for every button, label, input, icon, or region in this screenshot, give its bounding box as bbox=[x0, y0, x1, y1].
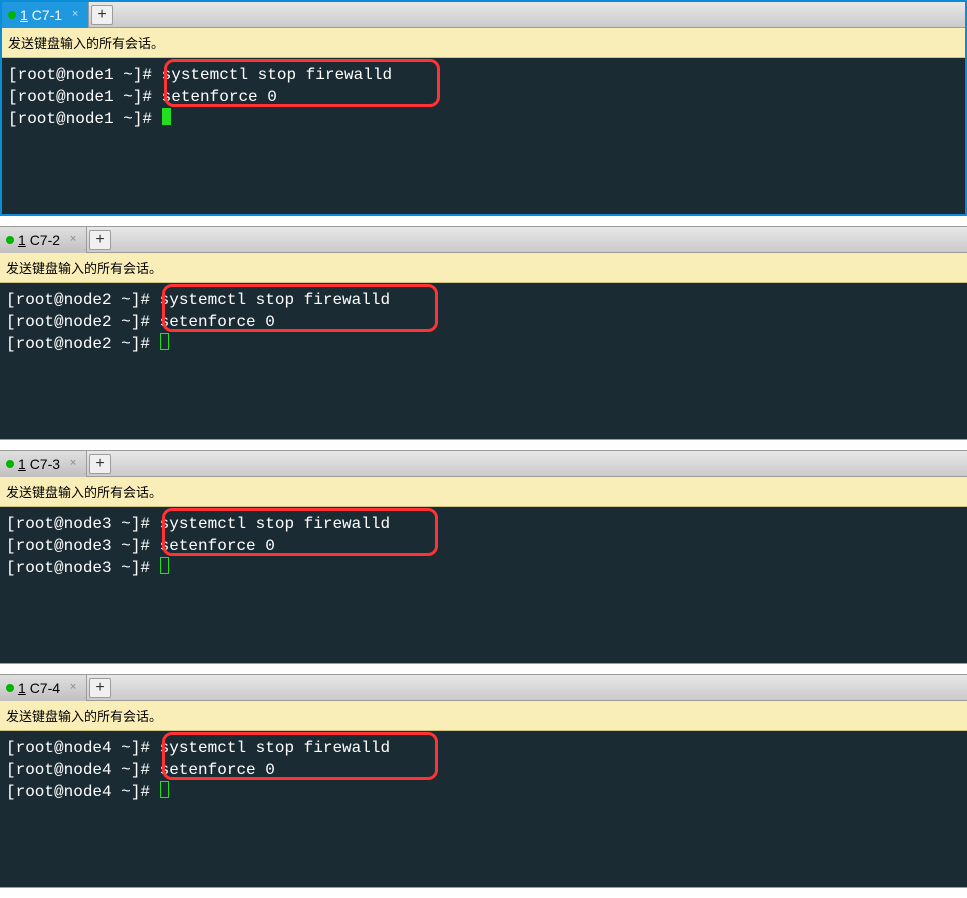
shell-prompt: [root@node3 ~]# bbox=[6, 537, 160, 555]
broadcast-banner: 发送键盘输入的所有会话。 bbox=[0, 253, 967, 283]
shell-prompt: [root@node1 ~]# bbox=[8, 88, 162, 106]
tab-c7-3[interactable]: 1 C7-3 × bbox=[0, 451, 87, 477]
shell-prompt: [root@node1 ~]# bbox=[8, 66, 162, 84]
new-tab-button[interactable]: + bbox=[89, 230, 111, 250]
shell-command: systemctl stop firewalld bbox=[160, 291, 390, 309]
shell-command: systemctl stop firewalld bbox=[160, 515, 390, 533]
shell-prompt: [root@node4 ~]# bbox=[6, 761, 160, 779]
tab-number: 1 bbox=[18, 232, 26, 248]
shell-prompt: [root@node2 ~]# bbox=[6, 313, 160, 331]
shell-command: setenforce 0 bbox=[160, 537, 275, 555]
close-icon[interactable]: × bbox=[68, 8, 82, 22]
cursor-icon bbox=[160, 781, 169, 798]
cursor-icon bbox=[160, 557, 169, 574]
tab-number: 1 bbox=[18, 680, 26, 696]
shell-command: setenforce 0 bbox=[162, 88, 277, 106]
terminal-output[interactable]: [root@node2 ~]# systemctl stop firewalld… bbox=[0, 283, 967, 439]
tab-c7-2[interactable]: 1 C7-2 × bbox=[0, 227, 87, 253]
terminal-pane-2: 1 C7-2 × + 发送键盘输入的所有会话。 [root@node2 ~]# … bbox=[0, 226, 967, 440]
cursor-icon bbox=[160, 333, 169, 350]
terminal-pane-3: 1 C7-3 × + 发送键盘输入的所有会话。 [root@node3 ~]# … bbox=[0, 450, 967, 664]
tab-label: C7-3 bbox=[30, 456, 60, 472]
tab-number: 1 bbox=[18, 456, 26, 472]
shell-prompt: [root@node4 ~]# bbox=[6, 783, 160, 801]
cursor-icon bbox=[162, 108, 171, 125]
status-dot-icon bbox=[6, 684, 14, 692]
tab-number: 1 bbox=[20, 7, 28, 23]
shell-command: systemctl stop firewalld bbox=[160, 739, 390, 757]
shell-command: systemctl stop firewalld bbox=[162, 66, 392, 84]
close-icon[interactable]: × bbox=[66, 457, 80, 471]
tab-bar: 1 C7-4 × + bbox=[0, 675, 967, 701]
terminal-pane-4: 1 C7-4 × + 发送键盘输入的所有会话。 [root@node4 ~]# … bbox=[0, 674, 967, 888]
status-dot-icon bbox=[6, 460, 14, 468]
shell-prompt: [root@node2 ~]# bbox=[6, 335, 160, 353]
shell-command: setenforce 0 bbox=[160, 313, 275, 331]
terminal-output[interactable]: [root@node1 ~]# systemctl stop firewalld… bbox=[2, 58, 965, 214]
shell-prompt: [root@node4 ~]# bbox=[6, 739, 160, 757]
tab-c7-4[interactable]: 1 C7-4 × bbox=[0, 675, 87, 701]
close-icon[interactable]: × bbox=[66, 681, 80, 695]
tab-bar: 1 C7-3 × + bbox=[0, 451, 967, 477]
tab-label: C7-4 bbox=[30, 680, 60, 696]
broadcast-banner: 发送键盘输入的所有会话。 bbox=[2, 28, 965, 58]
terminal-pane-1: 1 C7-1 × + 发送键盘输入的所有会话。 [root@node1 ~]# … bbox=[0, 0, 967, 216]
close-icon[interactable]: × bbox=[66, 233, 80, 247]
new-tab-button[interactable]: + bbox=[89, 678, 111, 698]
terminal-output[interactable]: [root@node3 ~]# systemctl stop firewalld… bbox=[0, 507, 967, 663]
tab-bar: 1 C7-2 × + bbox=[0, 227, 967, 253]
broadcast-banner: 发送键盘输入的所有会话。 bbox=[0, 701, 967, 731]
shell-prompt: [root@node3 ~]# bbox=[6, 515, 160, 533]
shell-prompt: [root@node2 ~]# bbox=[6, 291, 160, 309]
shell-command: setenforce 0 bbox=[160, 761, 275, 779]
tab-label: C7-1 bbox=[32, 7, 62, 23]
status-dot-icon bbox=[6, 236, 14, 244]
broadcast-banner: 发送键盘输入的所有会话。 bbox=[0, 477, 967, 507]
shell-prompt: [root@node3 ~]# bbox=[6, 559, 160, 577]
tab-bar: 1 C7-1 × + bbox=[2, 2, 965, 28]
tab-c7-1[interactable]: 1 C7-1 × bbox=[2, 2, 89, 28]
new-tab-button[interactable]: + bbox=[89, 454, 111, 474]
status-dot-icon bbox=[8, 11, 16, 19]
terminal-output[interactable]: [root@node4 ~]# systemctl stop firewalld… bbox=[0, 731, 967, 887]
new-tab-button[interactable]: + bbox=[91, 5, 113, 25]
shell-prompt: [root@node1 ~]# bbox=[8, 110, 162, 128]
tab-label: C7-2 bbox=[30, 232, 60, 248]
